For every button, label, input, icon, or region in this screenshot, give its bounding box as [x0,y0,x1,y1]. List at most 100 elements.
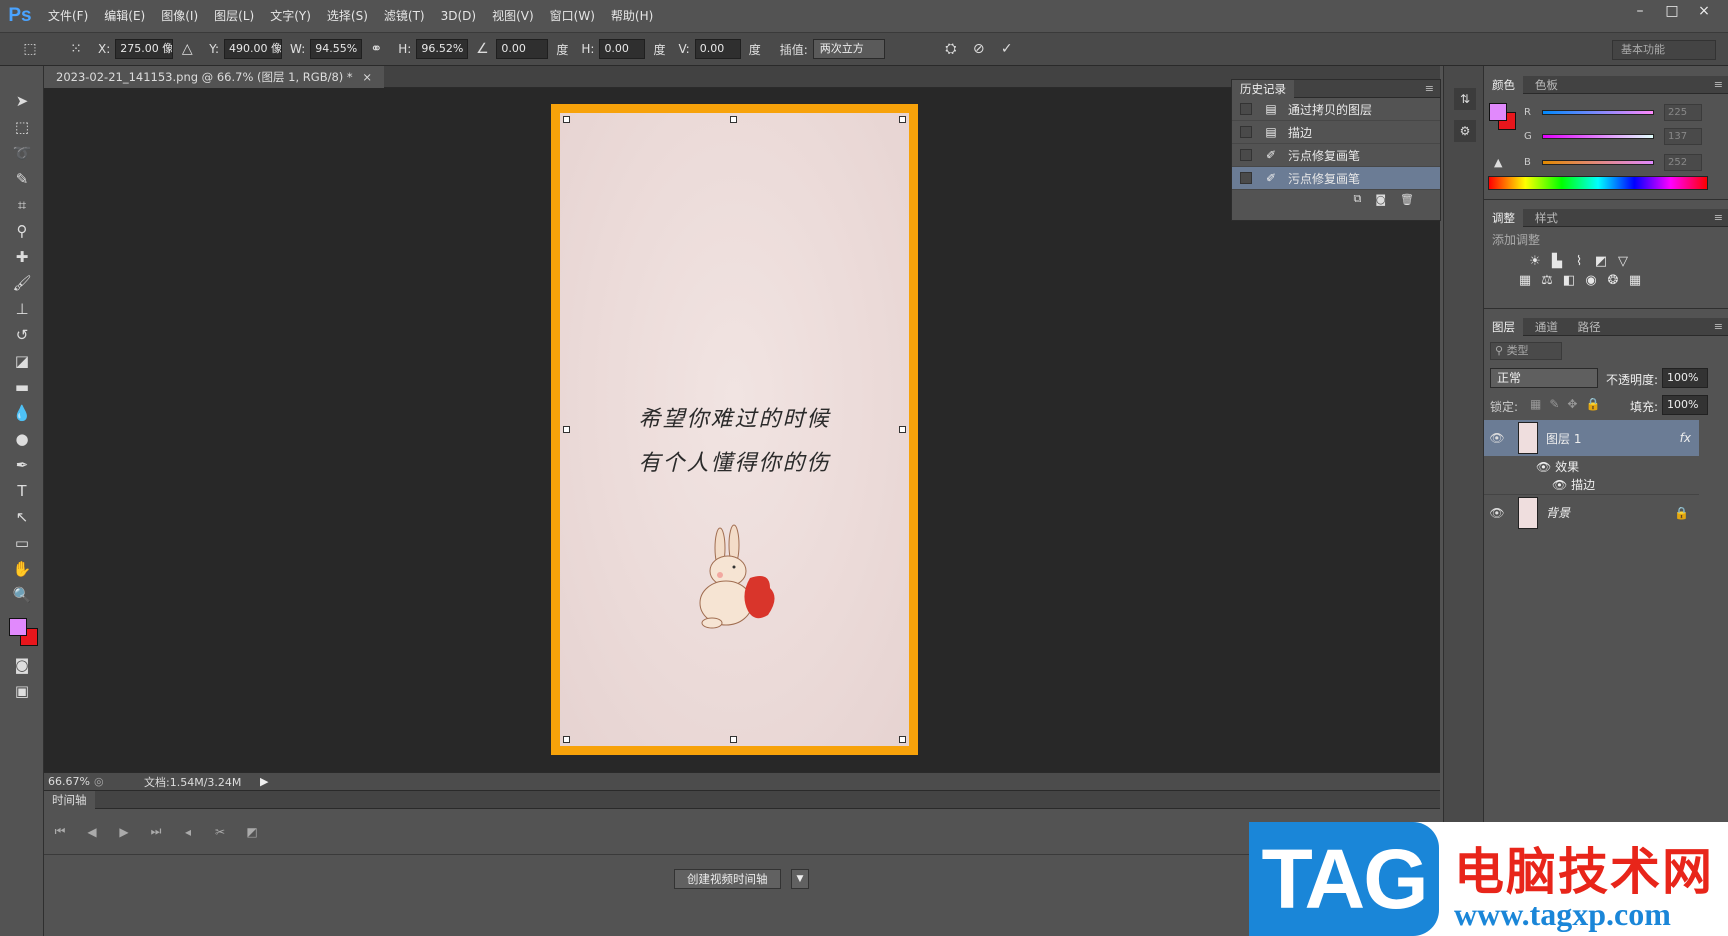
history-item-selected[interactable]: ✐ 污点修复画笔 [1232,167,1440,190]
quick-mask-icon[interactable]: ◙ [0,652,44,678]
transform-handle-left[interactable] [563,426,570,433]
panel-menu-icon[interactable]: ≡ [1425,82,1434,95]
audio-icon[interactable]: ◂ [172,825,204,839]
trash-icon[interactable]: 🗑 [1400,193,1414,206]
interpolation-select[interactable]: 两次立方 [812,39,885,59]
color-lookup-icon[interactable]: ▦ [1624,273,1646,288]
quick-select-tool-icon[interactable]: ✎ [0,166,44,192]
panel-menu-icon[interactable]: ≡ [1714,320,1723,333]
x-input[interactable]: 275.00 像 [115,39,174,59]
clone-stamp-tool-icon[interactable]: ⊥ [0,296,44,322]
play-icon[interactable]: ▶ [108,825,140,839]
vskew-input[interactable]: 0.00 [694,39,741,59]
workspace-select[interactable]: 基本功能 [1612,40,1716,60]
layer-filter-select[interactable]: ⚲ 类型 [1490,342,1562,360]
channel-mixer-icon[interactable]: ❂ [1602,273,1624,288]
gamut-warning-icon[interactable]: ▲ [1494,156,1502,169]
maximize-button[interactable]: □ [1656,0,1688,22]
menu-edit[interactable]: 编辑(E) [96,0,153,32]
b-slider[interactable] [1542,159,1654,165]
black-white-icon[interactable]: ◧ [1558,273,1580,288]
document-tab[interactable]: 2023-02-21_141153.png @ 66.7% (图层 1, RGB… [44,66,384,88]
zoom-level[interactable]: 66.67% [44,775,94,788]
minimize-button[interactable]: – [1624,0,1656,22]
blur-tool-icon[interactable]: 💧 [0,400,44,426]
r-slider[interactable] [1542,109,1654,115]
transform-handle-bottom[interactable] [730,736,737,743]
transform-handle-top[interactable] [730,116,737,123]
prev-frame-icon[interactable]: ◀ [76,825,108,839]
history-panel-icon[interactable]: ⇅ [1454,88,1476,110]
transform-handle-top-left[interactable] [563,116,570,123]
next-frame-icon[interactable]: ⏭ [140,824,172,839]
cancel-transform-icon[interactable]: ⊘ [969,39,989,59]
layer-name[interactable]: 背景 [1546,504,1674,521]
path-select-tool-icon[interactable]: ↖ [0,504,44,530]
transform-handle-right[interactable] [899,426,906,433]
layer-effects-row[interactable]: 👁 效果 [1536,458,1579,475]
transform-handle-bottom-left[interactable] [563,736,570,743]
color-balance-icon[interactable]: ⚖ [1536,273,1558,288]
angle-input[interactable]: 0.00 [496,39,549,59]
y-input[interactable]: 490.00 像 [224,39,283,59]
commit-transform-icon[interactable]: ✓ [997,39,1017,59]
curves-icon[interactable]: ⌇ [1568,254,1590,269]
vibrance-icon[interactable]: ▽ [1612,254,1634,269]
move-tool-icon[interactable]: ➤ [0,88,44,114]
type-tool-icon[interactable]: T [0,478,44,504]
tab-paths[interactable]: 路径 [1570,318,1609,336]
document-image[interactable]: 希望你难过的时候 有个人懂得你的伤 [551,104,918,755]
reference-point-icon[interactable]: ⁙ [66,39,86,59]
history-brush-tool-icon[interactable]: ↺ [0,322,44,348]
delta-icon[interactable]: △ [177,39,197,59]
g-slider[interactable] [1542,133,1654,139]
panel-menu-icon[interactable]: ≡ [1714,78,1723,91]
visibility-eye-icon[interactable]: 👁 [1484,431,1510,445]
menu-type[interactable]: 文字(Y) [262,0,319,32]
b-value[interactable]: 252 [1664,153,1702,171]
properties-panel-icon[interactable]: ⚙ [1454,120,1476,142]
foreground-color-swatch[interactable] [9,618,27,636]
warp-icon[interactable]: ⛭ [941,39,961,59]
panel-menu-icon[interactable]: ≡ [1714,211,1723,224]
menu-file[interactable]: 文件(F) [40,0,96,32]
layer-row-background[interactable]: 👁 背景 🔒 [1484,494,1699,530]
r-value[interactable]: 225 [1664,103,1702,121]
new-document-from-state-icon[interactable]: ⧉ [1353,192,1361,206]
split-icon[interactable]: ✂ [204,825,236,839]
screen-mode-icon[interactable]: ▣ [0,678,44,704]
dodge-tool-icon[interactable]: ● [0,426,44,452]
tab-layers[interactable]: 图层 [1484,318,1523,336]
shape-tool-icon[interactable]: ▭ [0,530,44,556]
tab-history[interactable]: 历史记录 [1232,80,1294,98]
tab-channels[interactable]: 通道 [1527,318,1566,336]
stroke-effect-row[interactable]: 👁 描边 [1552,476,1595,493]
menu-select[interactable]: 选择(S) [319,0,376,32]
transform-handle-top-right[interactable] [899,116,906,123]
photo-filter-icon[interactable]: ◉ [1580,273,1602,288]
menu-help[interactable]: 帮助(H) [603,0,661,32]
close-tab-icon[interactable]: × [362,70,372,84]
healing-brush-tool-icon[interactable]: ✚ [0,244,44,270]
eyedropper-tool-icon[interactable]: ⚲ [0,218,44,244]
hand-tool-icon[interactable]: ✋ [0,556,44,582]
history-item[interactable]: ▤ 通过拷贝的图层 [1232,98,1440,121]
tab-styles[interactable]: 样式 [1527,209,1566,227]
brush-tool-icon[interactable]: 🖌 [0,270,44,296]
opacity-input[interactable]: 100% [1662,368,1708,388]
menu-3d[interactable]: 3D(D) [433,0,484,32]
status-menu-arrow-icon[interactable]: ▶ [260,775,268,788]
fill-input[interactable]: 100% [1662,395,1708,415]
link-icon[interactable]: ⚭ [366,39,386,59]
g-value[interactable]: 137 [1664,127,1702,145]
layer-row-layer1[interactable]: 👁 图层 1 fx [1484,420,1699,456]
visibility-eye-icon[interactable]: 👁 [1484,506,1510,520]
hskew-input[interactable]: 0.00 [599,39,646,59]
history-checkbox[interactable] [1240,172,1252,184]
layer-fx-badge[interactable]: fx [1680,431,1691,445]
color-foreground-swatch[interactable] [1489,103,1507,121]
color-spectrum-ramp[interactable] [1488,176,1708,190]
exposure-icon[interactable]: ◩ [1590,254,1612,269]
gradient-tool-icon[interactable]: ▬ [0,374,44,400]
first-frame-icon[interactable]: ⏮ [44,824,76,839]
